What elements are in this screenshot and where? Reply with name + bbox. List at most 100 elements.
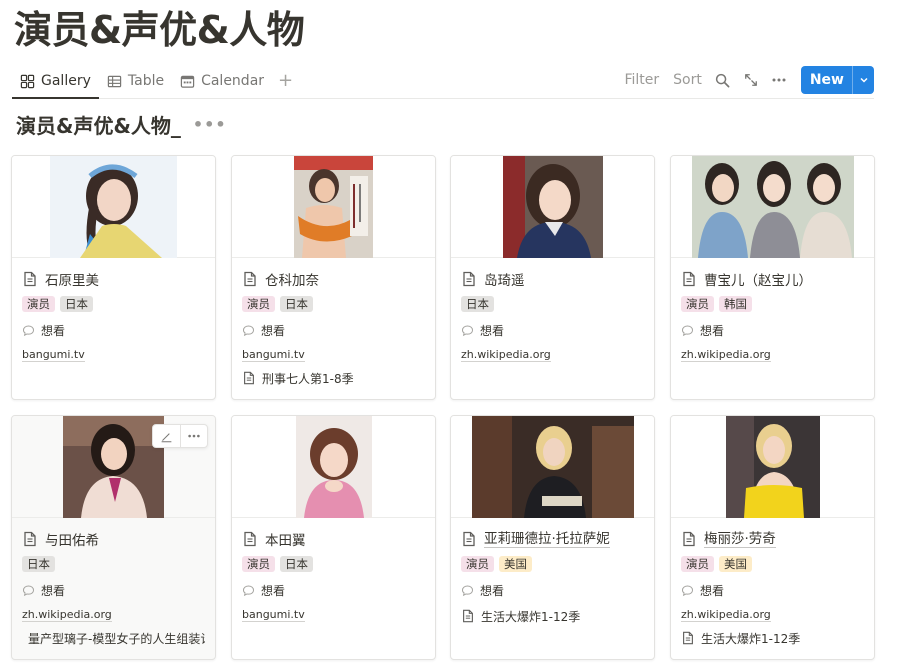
card-relation[interactable]: 生活大爆炸1-12季 (681, 628, 864, 648)
source-link[interactable]: zh.wikipedia.org (22, 608, 112, 622)
search-icon[interactable] (709, 66, 737, 94)
tag: 演员 (681, 296, 714, 312)
card-cover (12, 416, 215, 518)
card-name: 本田翼 (265, 533, 306, 549)
tag: 美国 (499, 556, 532, 572)
card-tags: 演员 韩国 (681, 296, 864, 314)
gallery-card[interactable]: 曹宝儿（赵宝儿） 演员 韩国 想看 zh.wikipedia.org (670, 155, 875, 400)
page-icon (24, 271, 36, 287)
cover-image (725, 416, 820, 518)
gallery-card[interactable]: 与田佑希 日本 想看 zh.wikipedia.org 量产型璃子-模型女子的人… (11, 415, 216, 660)
view-toolbar: Filter Sort New (617, 66, 874, 94)
card-name: 亚莉珊德拉·托拉萨妮 (484, 530, 610, 548)
status-text: 想看 (700, 583, 725, 598)
source-link[interactable]: zh.wikipedia.org (681, 608, 771, 622)
card-tags: 演员 日本 (22, 296, 205, 314)
gallery-card[interactable]: 仓科加奈 演员 日本 想看 bangumi.tv 刑事七人第1-8季 (231, 155, 436, 400)
source-link[interactable]: bangumi.tv (242, 608, 305, 622)
database-title[interactable]: 演员&声优&人物_ (16, 110, 181, 139)
card-status: 想看 (461, 320, 644, 340)
card-source[interactable]: bangumi.tv (242, 346, 425, 364)
card-cover (671, 416, 874, 518)
card-source[interactable]: zh.wikipedia.org (681, 606, 864, 624)
cover-image (63, 416, 164, 518)
card-cover (232, 416, 435, 518)
card-cover (232, 156, 435, 258)
tab-calendar[interactable]: Calendar (172, 64, 272, 98)
relation-text: 生活大爆炸1-12季 (481, 609, 581, 624)
more-icon[interactable] (765, 66, 793, 94)
tag: 演员 (242, 556, 275, 572)
more-icon[interactable] (180, 425, 207, 447)
chevron-down-icon[interactable] (852, 66, 874, 94)
more-icon[interactable]: ••• (193, 115, 227, 134)
cover-image (50, 156, 177, 258)
tag: 日本 (22, 556, 55, 572)
tab-gallery[interactable]: Gallery (12, 64, 99, 99)
plus-icon[interactable]: + (272, 64, 299, 98)
tab-table[interactable]: Table (99, 64, 172, 98)
card-status: 想看 (681, 320, 864, 340)
card-name: 石原里美 (45, 273, 99, 289)
card-status: 想看 (22, 320, 205, 340)
card-status: 想看 (22, 580, 205, 600)
relation-text: 刑事七人第1-8季 (262, 371, 354, 386)
gallery-card[interactable]: 本田翼 演员 日本 想看 bangumi.tv (231, 415, 436, 660)
card-tags: 日本 (22, 556, 205, 574)
card-relation[interactable]: 生活大爆炸1-12季 (461, 606, 644, 626)
filter-button[interactable]: Filter (617, 66, 666, 94)
gallery-card[interactable]: 石原里美 演员 日本 想看 bangumi.tv (11, 155, 216, 400)
card-source[interactable]: bangumi.tv (242, 606, 425, 624)
cover-image (471, 416, 634, 518)
new-button[interactable]: New (801, 66, 852, 94)
page-icon (24, 531, 36, 547)
page-icon (463, 271, 475, 287)
card-tags: 演员 美国 (681, 556, 864, 574)
card-source[interactable]: zh.wikipedia.org (681, 346, 864, 364)
gallery-card[interactable]: 岛琦遥 日本 想看 zh.wikipedia.org (450, 155, 655, 400)
card-relation[interactable]: 量产型璃子-模型女子的人生组装计划 (22, 628, 205, 648)
card-relation[interactable]: 刑事七人第1-8季 (242, 368, 425, 388)
tag: 日本 (461, 296, 494, 312)
tab-label: Calendar (201, 73, 265, 89)
expand-icon[interactable] (737, 66, 765, 94)
comment-icon (22, 585, 35, 596)
page-icon (463, 531, 475, 547)
card-cover (671, 156, 874, 258)
page-title: 演员&声优&人物 (14, 8, 305, 52)
card-name: 岛琦遥 (484, 273, 525, 289)
tag: 日本 (280, 556, 313, 572)
card-source[interactable]: zh.wikipedia.org (22, 606, 205, 624)
tab-label: Table (127, 73, 165, 89)
card-source[interactable]: bangumi.tv (22, 346, 205, 364)
source-link[interactable]: zh.wikipedia.org (461, 348, 551, 362)
card-tags: 演员 日本 (242, 296, 425, 314)
tag: 日本 (60, 296, 93, 312)
comment-icon (22, 325, 35, 336)
source-link[interactable]: zh.wikipedia.org (681, 348, 771, 362)
card-source[interactable]: zh.wikipedia.org (461, 346, 644, 364)
page-icon (683, 631, 693, 645)
status-text: 想看 (41, 323, 66, 338)
tag: 演员 (461, 556, 494, 572)
card-cover (451, 156, 654, 258)
edit-icon[interactable] (153, 425, 180, 447)
new-button-group: New (800, 66, 874, 94)
card-status: 想看 (461, 580, 644, 600)
tag: 韩国 (719, 296, 752, 312)
card-tags: 演员 美国 (461, 556, 644, 574)
view-bar: Gallery Table Calendar + Filter Sort New (12, 64, 874, 99)
table-icon (107, 75, 122, 87)
source-link[interactable]: bangumi.tv (22, 348, 85, 362)
calendar-icon (180, 75, 195, 88)
gallery-card[interactable]: 梅丽莎·劳奇 演员 美国 想看 zh.wikipedia.org 生活大爆炸1-… (670, 415, 875, 660)
sort-button[interactable]: Sort (666, 66, 709, 94)
status-text: 想看 (700, 323, 725, 338)
comment-icon (242, 325, 255, 336)
status-text: 想看 (261, 323, 286, 338)
page-icon (244, 271, 256, 287)
card-name: 梅丽莎·劳奇 (704, 530, 776, 548)
card-status: 想看 (242, 320, 425, 340)
source-link[interactable]: bangumi.tv (242, 348, 305, 362)
gallery-card[interactable]: 亚莉珊德拉·托拉萨妮 演员 美国 想看 生活大爆炸1-12季 (450, 415, 655, 660)
